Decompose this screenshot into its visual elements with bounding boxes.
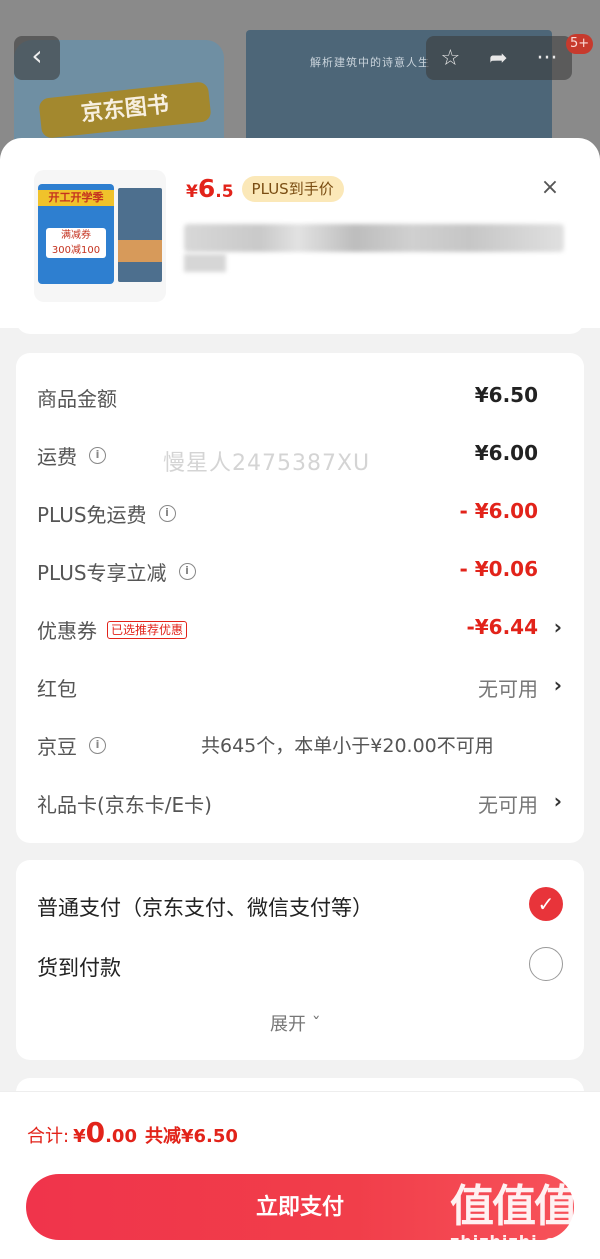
- payment-option-label: 普通支付（京东支付、微信支付等）: [37, 896, 373, 920]
- price-row: ¥ 6 .5 PLUS到手价: [186, 174, 344, 203]
- checkout-sheet: 开工开学季 满减券 300减100 ¥ 6 .5 PLUS到手价 × 商品金额 …: [0, 138, 600, 1259]
- star-icon[interactable]: ☆: [440, 46, 460, 71]
- fee-label: 商品金额: [37, 387, 117, 411]
- fee-row-gift-card[interactable]: 礼品卡(京东卡/E卡) 无可用 ›: [16, 781, 584, 821]
- payment-method-card: 普通支付（京东支付、微信支付等） ✓ 货到付款 展开 ˇ: [16, 860, 584, 1060]
- fee-row-coupon[interactable]: 优惠券 已选推荐优惠 -¥6.44 ›: [16, 607, 584, 647]
- promo-card-image: 开工开学季 满减券 300减100: [38, 184, 114, 284]
- total-label: 合计:: [27, 1126, 70, 1147]
- close-button[interactable]: ×: [536, 174, 564, 202]
- jd-bean-note: 共645个，本单小于¥20.00不可用: [201, 735, 494, 757]
- top-action-group: ☆ ➦ ···: [426, 36, 572, 80]
- total-summary: 合计: ¥ 0 .00 共减¥6.50: [27, 1116, 238, 1149]
- chevron-right-icon: ›: [553, 789, 562, 813]
- info-icon[interactable]: i: [89, 447, 106, 464]
- info-icon[interactable]: i: [178, 563, 196, 580]
- price-decimal: .5: [215, 182, 234, 202]
- book-cover-tagline: 解析建筑中的诗意人生: [310, 56, 430, 69]
- product-title-redacted-2: [184, 254, 226, 272]
- book-thumbnail-stripe: [118, 240, 162, 262]
- recommended-coupon-tag: 已选推荐优惠: [107, 620, 188, 639]
- fee-label: 礼品卡(京东卡/E卡): [37, 793, 212, 817]
- price-integer: 6: [197, 174, 216, 203]
- total-integer: 0: [85, 1116, 106, 1149]
- fee-value: -¥6.44: [466, 615, 538, 639]
- info-icon[interactable]: i: [158, 505, 176, 522]
- total-decimal: .00: [105, 1126, 137, 1147]
- promo-card-line2: 300减100: [51, 245, 101, 256]
- section-stub: [16, 308, 584, 334]
- product-header: 开工开学季 满减券 300减100 ¥ 6 .5 PLUS到手价 ×: [0, 138, 600, 328]
- chevron-right-icon: ›: [553, 615, 562, 639]
- fee-value: ¥6.00: [474, 441, 538, 465]
- fee-label: 优惠券: [37, 619, 97, 643]
- share-icon[interactable]: ➦: [489, 46, 507, 71]
- fee-label-group: PLUS专享立减 i: [37, 557, 196, 586]
- fee-row-red-packet[interactable]: 红包 无可用 ›: [16, 665, 584, 705]
- back-button[interactable]: ‹: [14, 36, 60, 80]
- promo-card-line1: 满减券: [61, 230, 91, 241]
- payment-option-label: 货到付款: [37, 956, 121, 980]
- fee-value: ¥6.50: [474, 383, 538, 407]
- product-title-redacted: [184, 224, 564, 252]
- product-page-background: 京东图书 解析建筑中的诗意人生 ‹ ☆ ➦ ··· 5+: [0, 0, 600, 160]
- radio-unchecked-icon[interactable]: [529, 947, 563, 981]
- total-reduction: 共减¥6.50: [144, 1126, 238, 1147]
- radio-checked-icon[interactable]: ✓: [529, 887, 563, 921]
- promo-card-title: 开工开学季: [38, 190, 114, 206]
- price-currency: ¥: [186, 182, 198, 202]
- fee-row-plus-free-shipping: PLUS免运费 i - ¥6.00: [16, 491, 584, 531]
- fee-label: 京豆: [37, 735, 77, 759]
- fee-label: 运费: [37, 445, 77, 469]
- product-thumbnail: 开工开学季 满减券 300减100: [34, 170, 166, 302]
- fee-label: PLUS免运费: [37, 503, 147, 527]
- fee-value: - ¥6.00: [459, 499, 538, 523]
- site-watermark-logo: 值值值: [450, 1181, 578, 1232]
- more-icon[interactable]: ···: [537, 46, 558, 71]
- fee-value: 无可用: [478, 793, 538, 817]
- book-thumbnail: [118, 188, 162, 282]
- fee-label-group: PLUS免运费 i: [37, 499, 176, 528]
- chevron-right-icon: ›: [553, 673, 562, 697]
- user-watermark: 慢星人2475387XU: [163, 451, 371, 476]
- info-icon[interactable]: i: [89, 737, 106, 754]
- plus-price-tag: PLUS到手价: [241, 175, 344, 202]
- fee-label: PLUS专享立减: [37, 561, 167, 585]
- message-badge: 5+: [566, 34, 594, 54]
- expand-more-button[interactable]: 展开 ˇ: [270, 1010, 321, 1036]
- fee-row-goods-amount: 商品金额 ¥6.50: [16, 375, 584, 415]
- promo-card-box: 满减券 300减100: [46, 228, 106, 258]
- chevron-left-icon: ‹: [31, 39, 43, 72]
- total-currency: ¥: [73, 1126, 86, 1147]
- site-watermark-url: zhizhizhi.com: [450, 1232, 585, 1251]
- fee-breakdown-card: 商品金额 ¥6.50 运费 i ¥6.00 PLUS免运费 i - ¥6.00 …: [16, 353, 584, 843]
- fee-label-group: 优惠券 已选推荐优惠: [37, 615, 188, 644]
- fee-value: 无可用: [478, 677, 538, 701]
- fee-row-plus-discount: PLUS专享立减 i - ¥0.06: [16, 549, 584, 589]
- fee-label-group: 运费 i: [37, 441, 106, 470]
- payment-option-cod[interactable]: 货到付款: [16, 942, 584, 986]
- payment-option-online[interactable]: 普通支付（京东支付、微信支付等） ✓: [16, 882, 584, 926]
- fee-label-group: 京豆 i: [37, 731, 106, 760]
- close-icon: ×: [540, 175, 560, 200]
- fee-label: 红包: [37, 677, 77, 701]
- fee-value: - ¥0.06: [459, 557, 538, 581]
- fee-row-jd-beans: 京豆 i 共645个，本单小于¥20.00不可用: [16, 723, 584, 763]
